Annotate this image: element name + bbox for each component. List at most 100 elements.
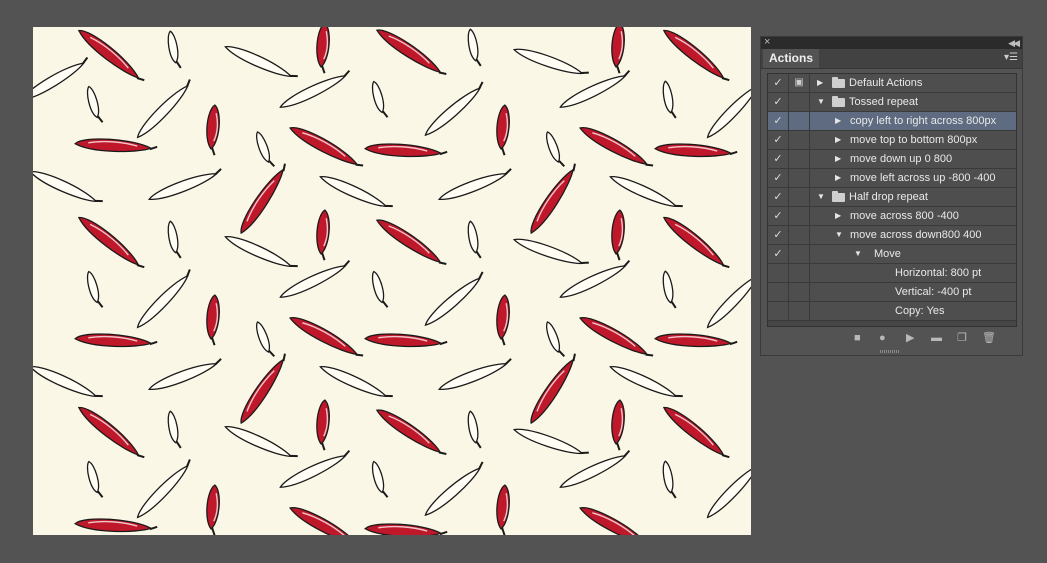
chili-pepper xyxy=(224,426,298,458)
actions-list[interactable]: ✓ ▣ ▶ Default Actions ✓ ▼ Tossed repeat ✓ ▶ copy … xyxy=(767,73,1017,327)
toggle-dialog-icon[interactable] xyxy=(789,226,810,244)
action-param-row[interactable]: Horizontal: 800 pt xyxy=(768,264,1016,283)
chili-pepper xyxy=(375,29,447,75)
action-row[interactable]: ✓ ▶ move down up 0 800 xyxy=(768,150,1016,169)
disclosure-open-icon[interactable]: ▼ xyxy=(817,93,825,111)
chili-pepper xyxy=(706,84,751,139)
chili-pepper xyxy=(136,269,191,329)
collapse-icon[interactable]: ◀◀ xyxy=(1008,36,1020,50)
action-set-row[interactable]: ✓ ▼ Tossed repeat xyxy=(768,93,1016,112)
action-label: Default Actions xyxy=(849,77,923,89)
action-label: Copy: Yes xyxy=(895,305,945,317)
panel-titlebar[interactable]: × ◀◀ xyxy=(761,35,1022,50)
toggle-dialog-icon[interactable] xyxy=(789,93,810,111)
toggle-item-checkbox[interactable] xyxy=(768,283,789,301)
toggle-item-checkbox[interactable]: ✓ xyxy=(768,74,789,92)
chili-pepper xyxy=(364,333,448,348)
action-param-row[interactable]: Copy: Yes xyxy=(768,302,1016,321)
chili-pepper xyxy=(496,104,510,156)
play-icon[interactable]: ▶ xyxy=(906,332,914,344)
action-set-row[interactable]: ✓ ▼ Half drop repeat xyxy=(768,188,1016,207)
chili-pepper xyxy=(33,56,89,101)
chili-pepper xyxy=(512,428,589,455)
chili-pepper xyxy=(375,219,447,265)
record-icon[interactable]: ● xyxy=(879,332,886,344)
chili-pepper xyxy=(371,80,389,118)
disclosure-closed-icon[interactable]: ▶ xyxy=(835,207,841,225)
chili-pepper xyxy=(662,406,730,459)
toggle-dialog-icon[interactable] xyxy=(789,131,810,149)
chili-pepper xyxy=(256,131,276,167)
new-action-icon[interactable]: ❐ xyxy=(957,332,967,344)
toggle-item-checkbox[interactable]: ✓ xyxy=(768,188,789,206)
action-label: move down up 0 800 xyxy=(850,153,953,165)
toggle-dialog-icon[interactable] xyxy=(789,302,810,320)
chili-pepper xyxy=(136,459,191,519)
chili-pepper xyxy=(662,29,730,82)
chili-pepper xyxy=(136,79,191,139)
disclosure-open-icon[interactable]: ▼ xyxy=(817,188,825,206)
disclosure-open-icon[interactable]: ▼ xyxy=(854,245,862,263)
toggle-item-checkbox[interactable]: ✓ xyxy=(768,245,789,263)
chili-pepper xyxy=(206,484,220,535)
chili-pepper xyxy=(364,143,448,158)
toggle-dialog-icon[interactable] xyxy=(789,264,810,282)
toggle-dialog-icon[interactable] xyxy=(789,207,810,225)
toggle-item-checkbox[interactable]: ✓ xyxy=(768,207,789,225)
chili-pepper xyxy=(546,321,566,357)
trash-icon[interactable]: 🗑 xyxy=(982,332,996,344)
chili-pepper xyxy=(319,176,393,208)
close-icon[interactable]: × xyxy=(764,35,770,49)
chili-pepper xyxy=(289,127,364,167)
toggle-item-checkbox[interactable]: ✓ xyxy=(768,112,789,130)
toggle-item-checkbox[interactable]: ✓ xyxy=(768,226,789,244)
panel-menu-icon[interactable]: ▾☰ xyxy=(1004,52,1018,64)
toggle-item-checkbox[interactable] xyxy=(768,264,789,282)
toggle-dialog-icon[interactable] xyxy=(789,169,810,187)
action-row[interactable]: ✓ ▼ move across down800 400 xyxy=(768,226,1016,245)
resize-grip[interactable] xyxy=(880,350,900,353)
chili-pepper xyxy=(424,81,484,137)
action-row[interactable]: ✓ ▼ Move xyxy=(768,245,1016,264)
action-row[interactable]: ✓ ▶ move left across up -800 -400 xyxy=(768,169,1016,188)
chili-pepper xyxy=(662,460,677,499)
disclosure-closed-icon[interactable]: ▶ xyxy=(835,150,841,168)
stop-icon[interactable]: ■ xyxy=(854,332,861,344)
action-row[interactable]: ✓ ▶ copy left to right across 800px xyxy=(768,112,1016,131)
chili-pepper xyxy=(77,29,145,82)
chili-pepper xyxy=(74,333,158,348)
disclosure-closed-icon[interactable]: ▶ xyxy=(817,74,823,92)
toggle-dialog-icon[interactable] xyxy=(789,112,810,130)
action-set-row[interactable]: ✓ ▣ ▶ Default Actions xyxy=(768,74,1016,93)
disclosure-closed-icon[interactable]: ▶ xyxy=(835,131,841,149)
action-row[interactable]: ✓ ▶ move across 800 -400 xyxy=(768,207,1016,226)
disclosure-open-icon[interactable]: ▼ xyxy=(835,226,843,244)
toggle-dialog-icon[interactable] xyxy=(789,283,810,301)
toggle-item-checkbox[interactable]: ✓ xyxy=(768,169,789,187)
chili-pepper xyxy=(167,220,182,259)
new-set-icon[interactable]: ▬ xyxy=(931,332,942,344)
toggle-dialog-icon[interactable] xyxy=(789,245,810,263)
chili-pepper xyxy=(706,464,751,519)
toggle-item-checkbox[interactable]: ✓ xyxy=(768,93,789,111)
chili-pepper xyxy=(77,216,145,269)
toggle-item-checkbox[interactable] xyxy=(768,302,789,320)
chili-pepper xyxy=(240,353,286,425)
chili-pepper xyxy=(611,399,625,451)
toggle-item-checkbox[interactable]: ✓ xyxy=(768,150,789,168)
disclosure-closed-icon[interactable]: ▶ xyxy=(835,169,841,187)
tab-actions[interactable]: Actions xyxy=(763,49,820,68)
toggle-item-checkbox[interactable]: ✓ xyxy=(768,131,789,149)
chili-pepper xyxy=(467,410,482,449)
chili-pepper xyxy=(512,238,589,265)
action-row[interactable]: ✓ ▶ move top to bottom 800px xyxy=(768,131,1016,150)
toggle-dialog-icon[interactable]: ▣ xyxy=(789,74,810,92)
disclosure-closed-icon[interactable]: ▶ xyxy=(835,112,841,130)
chili-pepper xyxy=(74,518,158,533)
toggle-dialog-icon[interactable] xyxy=(789,150,810,168)
action-label: move across 800 -400 xyxy=(850,210,959,222)
chili-pepper xyxy=(424,271,484,327)
action-param-row[interactable]: Vertical: -400 pt xyxy=(768,283,1016,302)
chili-pepper xyxy=(559,69,631,108)
toggle-dialog-icon[interactable] xyxy=(789,188,810,206)
